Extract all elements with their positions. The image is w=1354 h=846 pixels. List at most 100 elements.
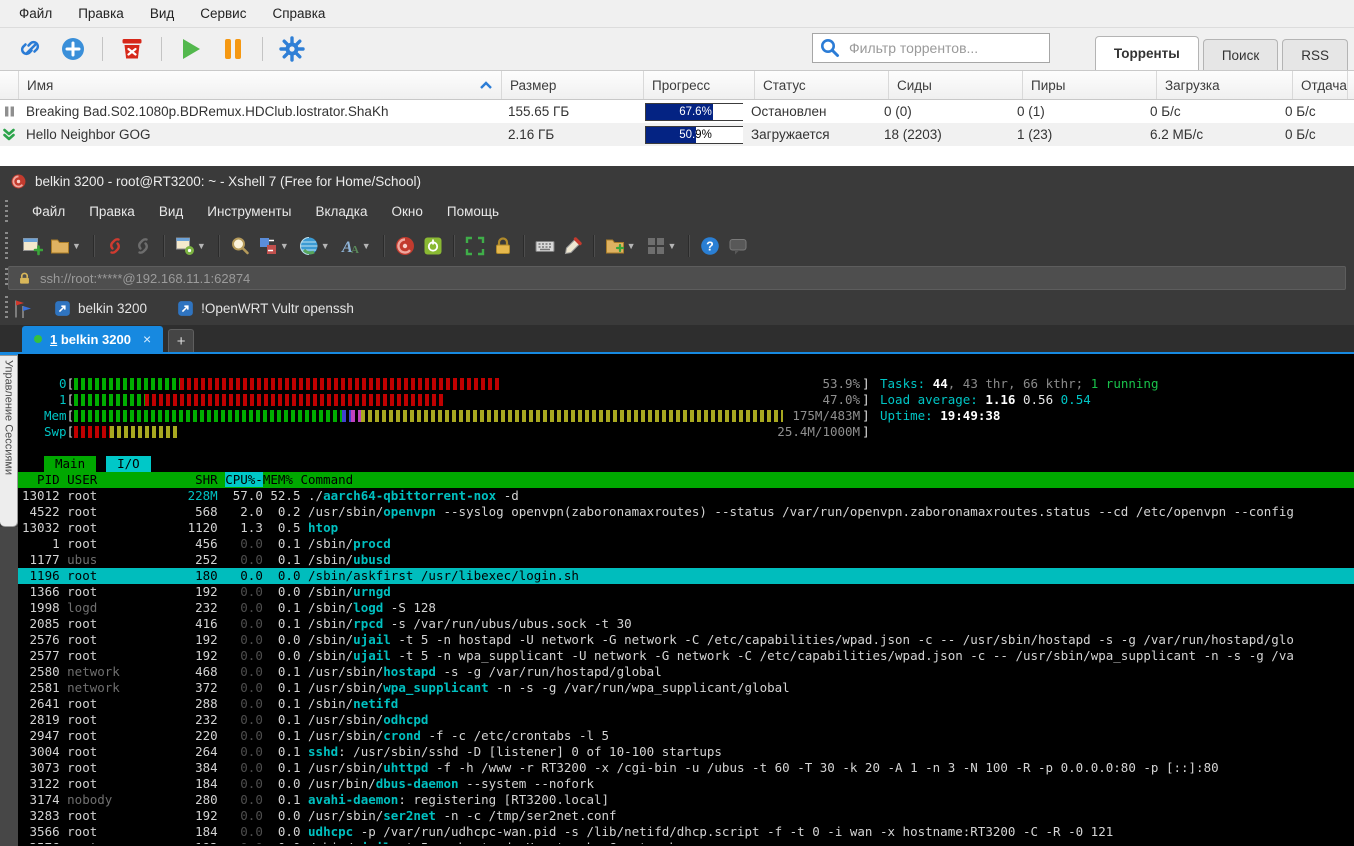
column-header-7[interactable]: Отдача: [1293, 71, 1348, 99]
chevron-down-icon[interactable]: ▼: [72, 241, 81, 251]
xshell-menu-item-4[interactable]: Вкладка: [303, 196, 379, 228]
process-row-1177[interactable]: 1177 ubus 252 0.0 0.1 /sbin/ubusd: [18, 552, 1354, 568]
htop-tab-main[interactable]: Main: [44, 456, 96, 472]
column-header-0[interactable]: Имя: [19, 71, 502, 99]
chevron-down-icon[interactable]: ▼: [668, 241, 677, 251]
new-session-button[interactable]: [18, 232, 46, 260]
process-row-1366[interactable]: 1366 root 192 0.0 0.0 /sbin/urngd: [18, 584, 1354, 600]
xshell-menu-item-6[interactable]: Помощь: [435, 196, 511, 228]
font-button[interactable]: A A ▼: [336, 232, 377, 260]
qbt-tab-1[interactable]: Поиск: [1203, 39, 1278, 70]
qbt-menu-item-4[interactable]: Справка: [259, 0, 338, 27]
xshell-menu-item-1[interactable]: Правка: [77, 196, 147, 228]
tile-windows-button[interactable]: ▼: [642, 232, 683, 260]
torrent-row-0[interactable]: Breaking Bad.S02.1080p.BDRemux.HDClub.lo…: [0, 100, 1354, 123]
qbt-tab-2[interactable]: RSS: [1282, 39, 1348, 70]
process-row-13012[interactable]: 13012 root 228M 57.0 52.5 ./aarch64-qbit…: [18, 488, 1354, 504]
process-row-1196[interactable]: 1196 root 180 0.0 0.0 /sbin/askfirst /us…: [18, 568, 1354, 584]
sessions-panel-collapsed[interactable]: Управление Сессиями: [0, 355, 18, 527]
column-header-3[interactable]: Статус: [755, 71, 889, 99]
transfer-button[interactable]: ▼: [254, 232, 295, 260]
xshell-menu-item-2[interactable]: Вид: [147, 196, 195, 228]
qbt-menu-item-3[interactable]: Сервис: [187, 0, 259, 27]
sessions-panel-track[interactable]: [0, 527, 18, 846]
web-button[interactable]: ▼: [295, 232, 336, 260]
meter-seg-yellow: [110, 426, 177, 438]
process-row-3073[interactable]: 3073 root 384 0.0 0.1 /usr/sbin/uhttpd -…: [18, 760, 1354, 776]
process-row-2581[interactable]: 2581 network 372 0.0 0.1 /usr/sbin/wpa_s…: [18, 680, 1354, 696]
highlight-button[interactable]: [559, 232, 587, 260]
process-row-2576[interactable]: 2576 root 192 0.0 0.0 /sbin/ujail -t 5 -…: [18, 840, 1354, 844]
toolbar-grip[interactable]: [5, 296, 8, 321]
column-header-1[interactable]: Размер: [502, 71, 644, 99]
toolbar-grip[interactable]: [5, 268, 8, 288]
feedback-button[interactable]: [724, 232, 752, 260]
htop-tab-i/o[interactable]: I/O: [106, 456, 151, 472]
chevron-down-icon[interactable]: ▼: [197, 241, 206, 251]
chevron-down-icon[interactable]: ▼: [362, 241, 371, 251]
process-row-3122[interactable]: 3122 root 184 0.0 0.0 /usr/bin/dbus-daem…: [18, 776, 1354, 792]
new-tab-button[interactable]: +: [168, 329, 194, 352]
new-terminal-button[interactable]: ▼: [601, 232, 642, 260]
add-link-button[interactable]: [16, 34, 46, 64]
process-row-1[interactable]: 1 root 456 0.0 0.1 /sbin/procd: [18, 536, 1354, 552]
process-row-2819[interactable]: 2819 root 232 0.0 0.1 /usr/sbin/odhcpd: [18, 712, 1354, 728]
column-header-2[interactable]: Прогресс: [644, 71, 755, 99]
lock-screen-button[interactable]: [489, 232, 517, 260]
pause-button[interactable]: [218, 34, 248, 64]
process-row-3174[interactable]: 3174 nobody 280 0.0 0.1 avahi-daemon: re…: [18, 792, 1354, 808]
meter-seg-yellow: [361, 410, 783, 422]
resume-button[interactable]: [176, 34, 206, 64]
add-torrent-button[interactable]: [58, 34, 88, 64]
process-row-2576[interactable]: 2576 root 192 0.0 0.0 /sbin/ujail -t 5 -…: [18, 632, 1354, 648]
process-row-4522[interactable]: 4522 root 568 2.0 0.2 /usr/sbin/openvpn …: [18, 504, 1354, 520]
open-session-button[interactable]: ▼: [46, 232, 87, 260]
process-row-2947[interactable]: 2947 root 220 0.0 0.1 /usr/sbin/crond -f…: [18, 728, 1354, 744]
toolbar-grip[interactable]: [5, 200, 8, 224]
process-row-1998[interactable]: 1998 logd 232 0.0 0.1 /sbin/logd -S 128: [18, 600, 1354, 616]
process-row-2085[interactable]: 2085 root 416 0.0 0.1 /sbin/rpcd -s /var…: [18, 616, 1354, 632]
process-row-2641[interactable]: 2641 root 288 0.0 0.1 /sbin/netifd: [18, 696, 1354, 712]
xshell-menu-item-5[interactable]: Окно: [379, 196, 434, 228]
terminal-screen[interactable]: 0[53.9%] 1[47.0%]Mem[175M/483M]Swp[25.4M…: [18, 354, 1354, 846]
torrent-filter-input[interactable]: [847, 39, 1049, 57]
terminal-tab-belkin-3200[interactable]: 1 belkin 3200 ×: [22, 326, 163, 352]
column-header-5[interactable]: Пиры: [1023, 71, 1157, 99]
session-shortcut-0[interactable]: belkin 3200: [46, 297, 155, 320]
torrent-down-speed-cell: 0 Б/с: [1142, 104, 1277, 119]
qbt-menu-item-2[interactable]: Вид: [137, 0, 187, 27]
delete-button[interactable]: [117, 34, 147, 64]
qbt-menu-item-0[interactable]: Файл: [6, 0, 65, 27]
disconnect-button[interactable]: [101, 232, 129, 260]
htop-process-table-header[interactable]: PID USER SHR CPU%-MEM% Command: [18, 472, 1354, 488]
fullscreen-button[interactable]: [461, 232, 489, 260]
xshell-tool-button[interactable]: [391, 232, 419, 260]
reconnect-button[interactable]: [129, 232, 157, 260]
session-properties-button[interactable]: ▼: [171, 232, 212, 260]
column-header-6[interactable]: Загрузка: [1157, 71, 1293, 99]
toolbar-grip[interactable]: [5, 232, 8, 260]
chevron-down-icon[interactable]: ▼: [321, 241, 330, 251]
address-bar[interactable]: ssh://root:*****@192.168.11.1:62874: [8, 266, 1346, 290]
torrent-row-1[interactable]: Hello Neighbor GOG2.16 ГБ50.9%50.9%Загру…: [0, 123, 1354, 146]
process-row-13032[interactable]: 13032 root 1120 1.3 0.5 htop: [18, 520, 1354, 536]
session-shortcut-1[interactable]: !OpenWRT Vultr openssh: [169, 297, 362, 320]
virtual-keyboard-button[interactable]: [531, 232, 559, 260]
options-button[interactable]: [277, 34, 307, 64]
process-row-3283[interactable]: 3283 root 192 0.0 0.0 /usr/sbin/ser2net …: [18, 808, 1354, 824]
close-tab-icon[interactable]: ×: [143, 331, 151, 347]
xshell-menu-item-3[interactable]: Инструменты: [195, 196, 303, 228]
xagent-button[interactable]: [419, 232, 447, 260]
chevron-down-icon[interactable]: ▼: [627, 241, 636, 251]
column-header-4[interactable]: Сиды: [889, 71, 1023, 99]
process-row-2577[interactable]: 2577 root 192 0.0 0.0 /sbin/ujail -t 5 -…: [18, 648, 1354, 664]
qbt-menu-item-1[interactable]: Правка: [65, 0, 137, 27]
qbt-tab-0[interactable]: Торренты: [1095, 36, 1199, 70]
xshell-menu-item-0[interactable]: Файл: [20, 196, 77, 228]
process-row-2580[interactable]: 2580 network 468 0.0 0.1 /usr/sbin/hosta…: [18, 664, 1354, 680]
process-row-3004[interactable]: 3004 root 264 0.0 0.1 sshd: /usr/sbin/ss…: [18, 744, 1354, 760]
find-button[interactable]: [226, 232, 254, 260]
process-row-3566[interactable]: 3566 root 184 0.0 0.0 udhcpc -p /var/run…: [18, 824, 1354, 840]
help-button[interactable]: ?: [696, 232, 724, 260]
chevron-down-icon[interactable]: ▼: [280, 241, 289, 251]
